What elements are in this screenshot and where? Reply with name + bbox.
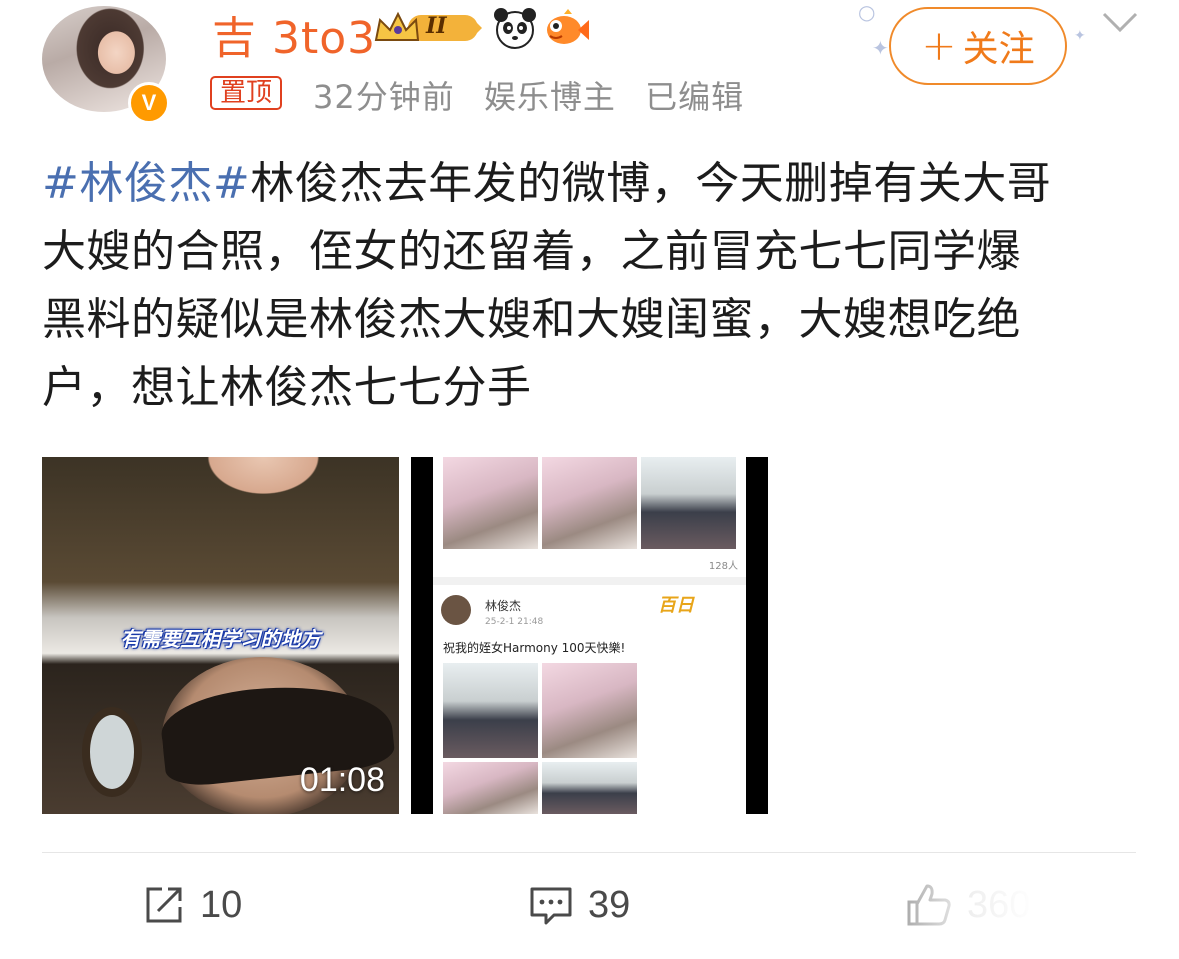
sparkle-icon: ○ <box>858 0 876 24</box>
photo-thumb <box>542 457 637 549</box>
share-icon <box>146 887 182 923</box>
verified-badge-letter: V <box>141 90 157 115</box>
video-duration: 01:08 <box>299 761 385 799</box>
screenshot-avatar <box>441 595 471 625</box>
photo-thumb <box>641 457 736 549</box>
share-button[interactable]: 10 <box>142 880 242 930</box>
photo-thumb <box>443 457 538 549</box>
pinned-tag: 置顶 <box>210 76 283 110</box>
photo-thumb <box>542 663 637 758</box>
level-badge-text: II <box>426 13 447 39</box>
post-content: #林俊杰#林俊杰去年发的微博，今天删掉有关大哥 大嫂的合照，侄女的还留着，之前冒… <box>42 150 1142 422</box>
thumbs-up-icon <box>907 884 951 926</box>
comment-icon <box>530 887 572 925</box>
like-count: 360 <box>967 883 1031 926</box>
post-line-4: 户，想让林俊杰七七分手 <box>42 362 532 413</box>
screenshot-date: 25-2-1 21:48 <box>485 617 544 627</box>
video-subtitle: 有需要互相学习的地方 <box>120 627 321 651</box>
post-line-3: 黑料的疑似是林俊杰大嫂和大嫂闺蜜，大嫂想吃绝 <box>42 294 1021 345</box>
post-line-2: 大嫂的合照，侄女的还留着，之前冒充七七同学爆 <box>42 226 1021 277</box>
post-text-segment: 林俊杰去年发的微博，今天删掉有关大哥 <box>250 158 1052 209</box>
sparkle-icon: ✦ <box>1074 28 1086 44</box>
video-scene-window <box>82 707 142 797</box>
screenshot-content: 128人 林俊杰 25-2-1 21:48 百日 祝我的姪女Harmony 10… <box>433 457 746 814</box>
chevron-down-icon[interactable] <box>1100 6 1140 36</box>
screenshot-author: 林俊杰 <box>485 599 522 613</box>
post-time: 32分钟前 <box>313 78 455 116</box>
comment-button[interactable]: 39 <box>528 880 630 930</box>
author-category: 娱乐博主 <box>483 78 616 116</box>
screenshot-sticker: 百日 <box>658 595 694 616</box>
author-name[interactable]: 吉 3to3 <box>212 2 376 66</box>
video-thumbnail[interactable]: 有需要互相学习的地方 01:08 <box>42 457 399 814</box>
post-line-1: #林俊杰#林俊杰去年发的微博，今天删掉有关大哥 <box>42 150 1142 218</box>
follow-label: 关注 <box>962 29 1035 70</box>
photo-thumb <box>542 762 637 814</box>
image-thumbnail[interactable]: 128人 林俊杰 25-2-1 21:48 百日 祝我的姪女Harmony 10… <box>411 457 768 814</box>
action-divider <box>42 852 1136 853</box>
comment-count: 39 <box>588 883 631 926</box>
sparkle-icon: ✦ <box>872 36 889 60</box>
photo-thumb <box>443 762 538 814</box>
post-meta: 32分钟前 娱乐博主 已编辑 <box>313 72 762 118</box>
hashtag-link[interactable]: #林俊杰# <box>42 158 250 209</box>
photo-thumb <box>443 663 538 758</box>
fish-icon <box>547 9 589 44</box>
share-count: 10 <box>200 883 243 926</box>
like-button[interactable]: 360 <box>905 880 1030 930</box>
panda-icon <box>494 8 536 49</box>
screenshot-separator <box>433 577 746 585</box>
plus-icon: + <box>921 21 957 70</box>
screenshot-likes: 128人 <box>708 561 738 572</box>
follow-button[interactable]: + 关注 <box>889 7 1067 85</box>
screenshot-text: 祝我的姪女Harmony 100天快樂! <box>443 641 626 655</box>
verified-badge-icon: V <box>128 82 170 124</box>
edited-label[interactable]: 已编辑 <box>645 78 744 116</box>
